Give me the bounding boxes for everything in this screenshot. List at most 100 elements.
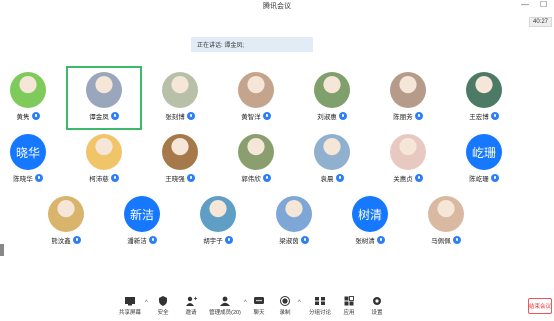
meeting-timer: 40:27: [528, 17, 552, 27]
participant-tile[interactable]: 张刻博: [142, 66, 218, 130]
meeting-toolbar: 共享屏幕 ^ 安全 邀请 管理成员(20) ^ 聊天 录制 ^ 分组讨论 应用 …: [0, 292, 554, 321]
participant-tile[interactable]: 黄智洋: [218, 66, 294, 130]
participant-name: 黄隽: [16, 114, 30, 121]
avatar-photo: [428, 196, 464, 232]
participant-name: 陈丽芳: [393, 114, 413, 121]
avatar-photo: [314, 72, 350, 108]
avatar: 新洁: [124, 196, 160, 232]
apps-button[interactable]: 应用: [334, 296, 364, 316]
avatar-initials: 屹珊: [471, 145, 496, 160]
participant-tile[interactable]: 树清 张树清: [332, 190, 408, 254]
maximize-button[interactable]: ☐: [540, 0, 547, 9]
breakout-rooms-button[interactable]: 分组讨论: [305, 296, 335, 316]
avatar-photo: [238, 72, 274, 108]
avatar-photo: [10, 72, 46, 108]
record-button[interactable]: 录制: [270, 296, 300, 316]
participant-tile[interactable]: 袁晨: [294, 128, 370, 192]
participant-name: 王晓强: [165, 176, 185, 183]
microphone-icon: [72, 236, 81, 244]
participant-name: 刘淑惠: [317, 114, 337, 121]
participant-name-row: 陈屹珊: [446, 173, 522, 183]
avatar: [428, 196, 464, 232]
microphone-icon: [262, 112, 271, 120]
participant-tile[interactable]: 梁淑茵: [256, 190, 332, 254]
microphone-icon: [262, 174, 271, 182]
gear-icon: [373, 297, 381, 305]
microphone-icon: [186, 112, 195, 120]
participant-name-row: 王宏博: [446, 111, 522, 121]
participant-tile[interactable]: 马佩佩: [408, 190, 484, 254]
end-meeting-button[interactable]: 结束会议: [528, 298, 552, 314]
avatar: 树清: [352, 196, 388, 232]
participant-name: 张刻博: [165, 114, 185, 121]
participant-name: 黄智洋: [241, 114, 261, 121]
microphone-icon: [452, 236, 461, 244]
participant-tile[interactable]: 谭金凤: [66, 66, 142, 130]
share-screen-button[interactable]: 共享屏幕: [115, 296, 145, 316]
avatar-photo: [466, 72, 502, 108]
avatar: [276, 196, 312, 232]
avatar: [314, 72, 350, 108]
avatar: [238, 134, 274, 170]
participant-tile[interactable]: 王宏博: [446, 66, 522, 130]
participant-tile[interactable]: 黄隽: [0, 66, 66, 130]
participant-tile[interactable]: 胡宇子: [180, 190, 256, 254]
participant-name-row: 潘新洁: [104, 235, 180, 245]
avatar: [238, 72, 274, 108]
participant-name-row: 张树清: [332, 235, 408, 245]
avatar-photo: [86, 72, 122, 108]
participant-name-row: 梁淑茵: [256, 235, 332, 245]
participant-name-row: 熊汶鑫: [28, 235, 104, 245]
avatar-photo: [314, 134, 350, 170]
participant-tile[interactable]: 柯沛慈: [66, 128, 142, 192]
avatar: [200, 196, 236, 232]
share-screen-icon: [125, 297, 135, 306]
record-options-caret-icon[interactable]: ^: [298, 300, 301, 306]
participant-tile[interactable]: 刘淑惠: [294, 66, 370, 130]
participant-name-row: 胡宇子: [180, 235, 256, 245]
participant-name-row: 刘淑惠: [294, 111, 370, 121]
participant-tile[interactable]: 关惠贞: [370, 128, 446, 192]
avatar: [10, 72, 46, 108]
window-title: 腾讯会议: [263, 3, 291, 10]
participant-name: 陈屹珊: [469, 176, 489, 183]
participant-name-row: 郭伟欣: [218, 173, 294, 183]
manage-members-button[interactable]: 管理成员(20): [206, 296, 244, 316]
invite-button[interactable]: 邀请: [176, 296, 206, 316]
security-button[interactable]: 安全: [148, 296, 178, 316]
settings-label: 设置: [371, 310, 383, 316]
participant-name: 郭伟欣: [241, 176, 261, 183]
participant-tile[interactable]: 屹珊 陈屹珊: [446, 128, 522, 192]
avatar-initials: 新洁: [129, 207, 154, 222]
participant-name: 潘新洁: [127, 238, 147, 245]
avatar-photo: [238, 134, 274, 170]
participant-tile[interactable]: 陈丽芳: [370, 66, 446, 130]
participant-tile[interactable]: 郭伟欣: [218, 128, 294, 192]
avatar: [390, 134, 426, 170]
participant-name: 袁晨: [320, 176, 334, 183]
title-bar: 腾讯会议 — ☐: [0, 0, 554, 14]
microphone-icon: [490, 174, 499, 182]
chat-label: 聊天: [253, 310, 265, 316]
avatar-photo: [162, 134, 198, 170]
avatar-initials: 晓华: [15, 145, 40, 160]
participant-tile[interactable]: 晓华 陈晓华: [0, 128, 66, 192]
participant-tile[interactable]: 新洁 潘新洁: [104, 190, 180, 254]
avatar: [48, 196, 84, 232]
microphone-icon: [300, 236, 309, 244]
settings-button[interactable]: 设置: [362, 296, 392, 316]
avatar-photo: [86, 134, 122, 170]
minimize-button[interactable]: —: [521, 0, 529, 9]
side-handle[interactable]: [0, 244, 4, 256]
avatar: [466, 72, 502, 108]
participant-name-row: 陈丽芳: [370, 111, 446, 121]
microphone-icon: [110, 174, 119, 182]
participant-name-row: 黄智洋: [218, 111, 294, 121]
apps-label: 应用: [343, 310, 355, 316]
microphone-icon: [224, 236, 233, 244]
invite-label: 邀请: [185, 310, 197, 316]
breakout-rooms-label: 分组讨论: [308, 310, 331, 316]
apps-icon: [344, 296, 354, 306]
participant-tile[interactable]: 熊汶鑫: [28, 190, 104, 254]
participant-tile[interactable]: 王晓强: [142, 128, 218, 192]
